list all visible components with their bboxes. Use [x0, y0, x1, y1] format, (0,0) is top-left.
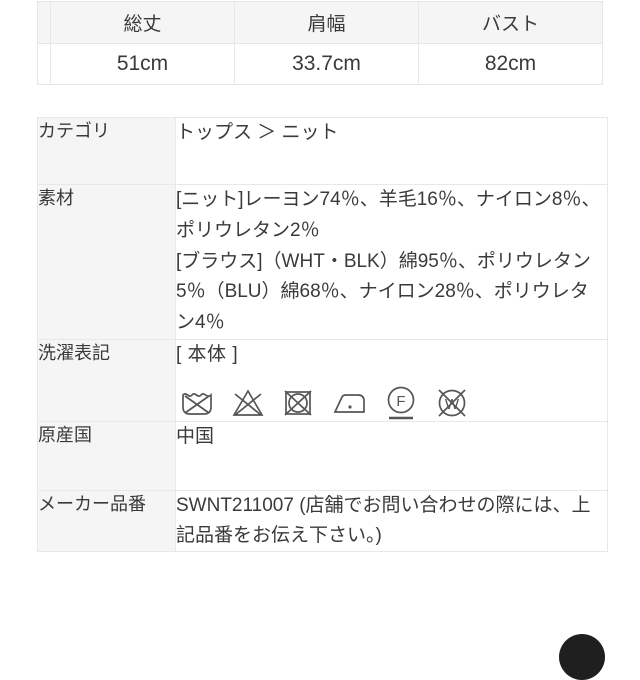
svg-text:F: F	[396, 393, 405, 410]
material-line-blouse: [ブラウス]（WHT・BLK）綿95％、ポリウレタン5％（BLU）綿68％、ナイ…	[176, 250, 591, 334]
size-row-label-cell	[37, 43, 51, 85]
spec-row-origin: 原産国 中国	[37, 420, 608, 491]
size-table-value-row: 51cm 33.7cm 82cm	[37, 43, 603, 85]
care-section-heading: [ 本体 ]	[176, 343, 239, 365]
spec-label-category: カテゴリ	[37, 117, 176, 185]
spec-value-maker-part-number: SWNT211007 (店舗でお問い合わせの際には、上記品番をお伝え下さい。)	[175, 489, 608, 553]
spec-label-maker-part-number: メーカー品番	[37, 489, 176, 553]
care-symbol-list: F W	[176, 385, 607, 421]
dryclean-petroleum-icon: F	[384, 385, 418, 421]
do-not-tumble-dry-icon	[282, 387, 314, 419]
spec-label-care: 洗濯表記	[37, 338, 176, 422]
do-not-bleach-icon	[231, 387, 265, 419]
spec-value-origin: 中国	[175, 420, 608, 491]
do-not-wet-clean-icon: W	[435, 386, 469, 420]
size-value-total-length: 51cm	[50, 43, 235, 85]
size-table-header-row: 総丈 肩幅 バスト	[37, 1, 603, 44]
material-line-knit: [ニット]レーヨン74％、羊毛16％、ナイロン8％、ポリウレタン2％	[176, 189, 601, 241]
size-value-shoulder-width: 33.7cm	[234, 43, 419, 85]
size-measurement-table: 総丈 肩幅 バスト 51cm 33.7cm 82cm	[37, 1, 603, 85]
spec-value-category: トップス ＞ ニット	[175, 117, 608, 185]
iron-low-icon	[331, 387, 367, 419]
size-column-header-total-length: 総丈	[50, 1, 235, 44]
spec-row-material: 素材 [ニット]レーヨン74％、羊毛16％、ナイロン8％、ポリウレタン2％ [ブ…	[37, 184, 608, 340]
spec-row-category: カテゴリ トップス ＞ ニット	[37, 117, 608, 185]
spec-value-material: [ニット]レーヨン74％、羊毛16％、ナイロン8％、ポリウレタン2％ [ブラウス…	[175, 184, 608, 340]
spec-label-origin: 原産国	[37, 420, 176, 491]
spec-label-material: 素材	[37, 184, 176, 340]
size-value-bust: 82cm	[418, 43, 603, 85]
product-spec-table: カテゴリ トップス ＞ ニット 素材 [ニット]レーヨン74％、羊毛16％、ナイ…	[37, 117, 608, 553]
spec-value-care: [ 本体 ] F W	[175, 338, 608, 422]
size-column-header-bust: バスト	[418, 1, 603, 44]
spec-row-maker-part-number: メーカー品番 SWNT211007 (店舗でお問い合わせの際には、上記品番をお伝…	[37, 489, 608, 553]
size-table-corner-cell	[37, 1, 51, 44]
spec-row-care-instructions: 洗濯表記 [ 本体 ] F W	[37, 338, 608, 422]
do-not-wash-icon	[180, 387, 214, 419]
size-column-header-shoulder-width: 肩幅	[234, 1, 419, 44]
floating-action-button[interactable]	[559, 634, 605, 680]
